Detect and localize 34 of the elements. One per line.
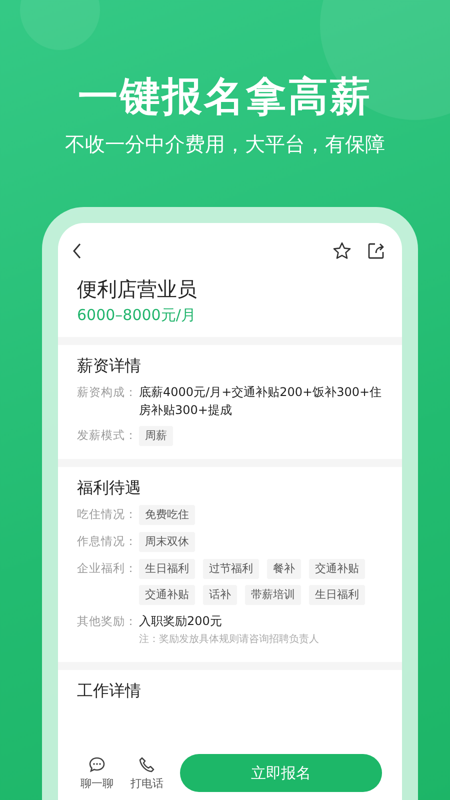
subtitle: 不收一分中介费用，大平台，有保障 bbox=[65, 131, 385, 158]
field-value: 底薪4000元/月+交通补贴200+饭补300+住房补贴300+提成 bbox=[139, 384, 383, 419]
tag: 交通补贴 bbox=[139, 585, 195, 605]
section-title: 薪资详情 bbox=[77, 355, 142, 377]
section-title: 工作详情 bbox=[77, 680, 142, 702]
tag: 餐补 bbox=[267, 559, 301, 579]
chat-button[interactable]: 聊一聊 bbox=[72, 756, 122, 790]
field-value: 入职奖励200元 bbox=[139, 613, 223, 630]
field-label: 作息情况： bbox=[77, 533, 138, 550]
tag: 周末双休 bbox=[139, 532, 195, 552]
tag: 带薪培训 bbox=[245, 585, 301, 605]
note-text: 注：奖励发放具体规则请咨询招聘负责人 bbox=[139, 632, 319, 647]
star-icon[interactable] bbox=[332, 241, 352, 261]
job-title: 便利店营业员 bbox=[77, 276, 198, 303]
chat-bubble-icon bbox=[88, 756, 106, 774]
phone-button[interactable]: 打电话 bbox=[122, 756, 172, 790]
tag: 周薪 bbox=[139, 426, 173, 446]
field-label: 企业福利： bbox=[77, 560, 138, 577]
field-label: 其他奖励： bbox=[77, 613, 138, 630]
tag: 话补 bbox=[203, 585, 237, 605]
section-title: 福利待遇 bbox=[77, 477, 142, 499]
back-icon[interactable] bbox=[72, 242, 82, 260]
tag: 过节福利 bbox=[203, 559, 259, 579]
headline: 一键报名拿高薪 bbox=[78, 73, 372, 122]
tag: 生日福利 bbox=[139, 559, 195, 579]
field-label: 发薪模式： bbox=[77, 427, 138, 444]
tag: 免费吃住 bbox=[139, 505, 195, 525]
tag: 交通补贴 bbox=[309, 559, 365, 579]
field-label: 薪资构成： bbox=[77, 384, 138, 401]
share-icon[interactable] bbox=[366, 241, 386, 261]
tag: 生日福利 bbox=[309, 585, 365, 605]
phone-icon bbox=[138, 756, 156, 774]
salary-range: 6000–8000元/月 bbox=[77, 306, 197, 325]
field-label: 吃住情况： bbox=[77, 506, 138, 523]
